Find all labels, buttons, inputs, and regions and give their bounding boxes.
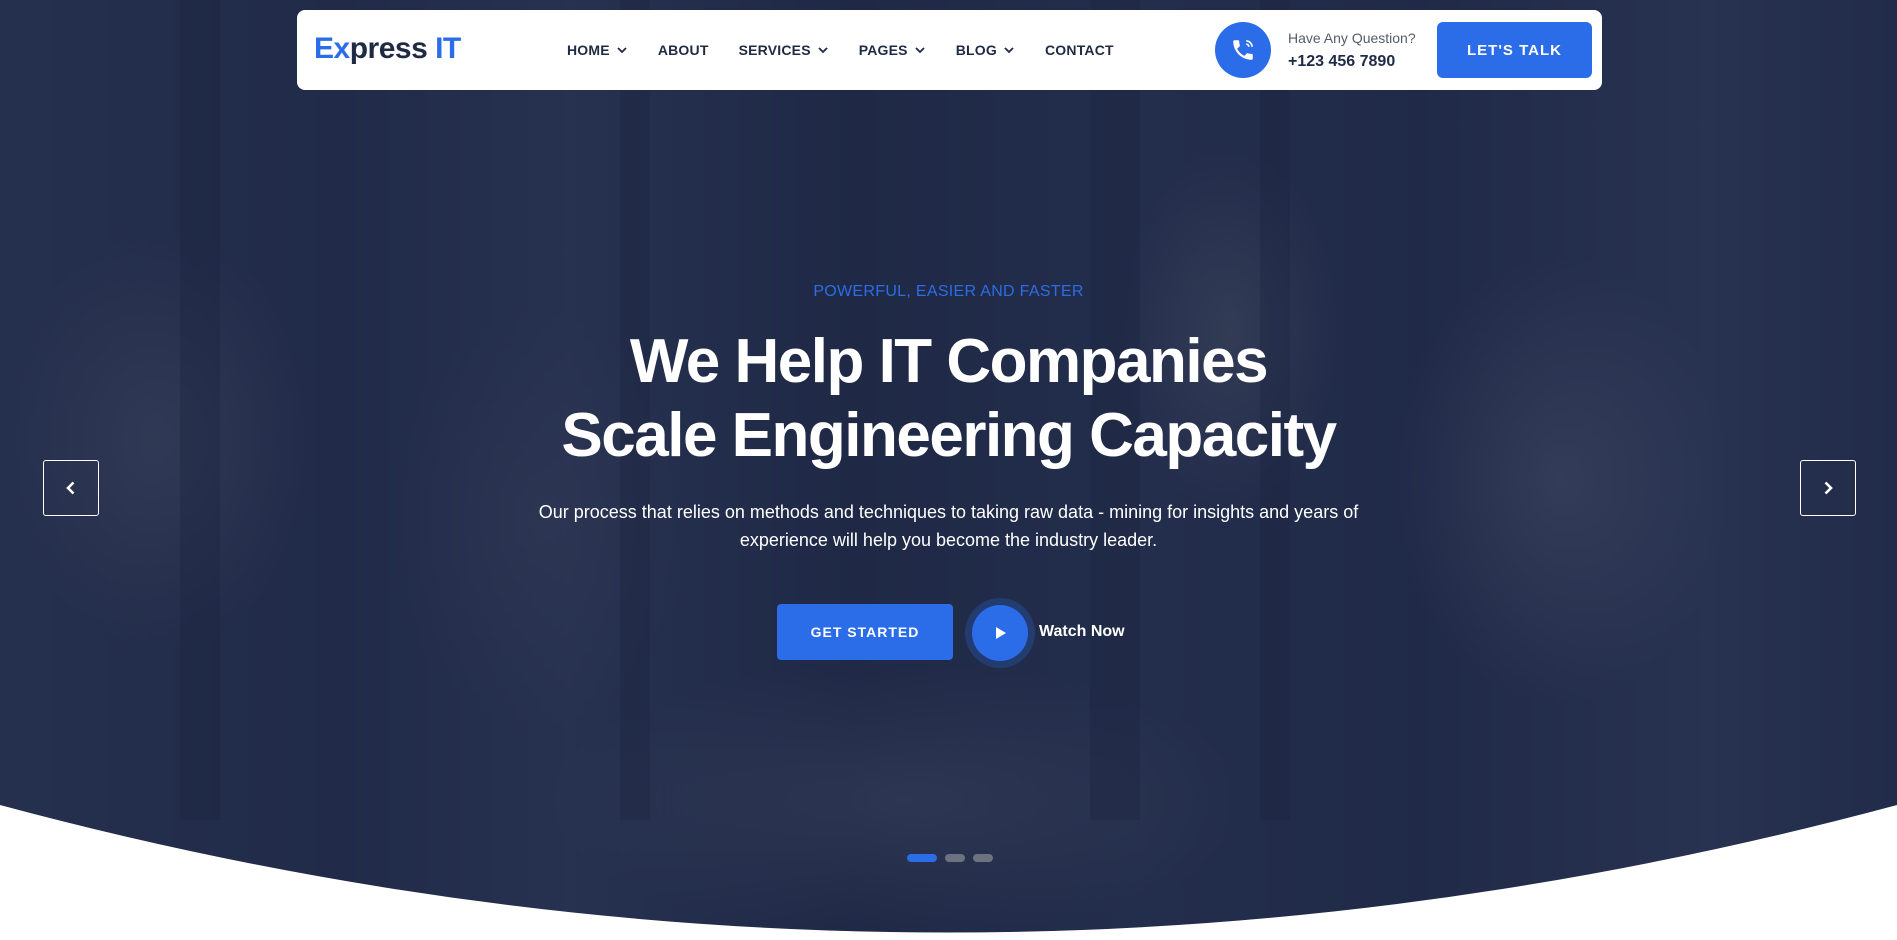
nav-item-about[interactable]: ABOUT <box>658 42 709 58</box>
chevron-down-icon <box>915 47 925 54</box>
logo-suffix: IT <box>435 32 461 65</box>
slider-next-button[interactable] <box>1800 460 1856 516</box>
hero-tagline: POWERFUL, EASIER AND FASTER <box>813 283 1084 300</box>
contact-phone-number[interactable]: +123 456 7890 <box>1288 53 1395 71</box>
hero-headline: We Help IT Companies Scale Engineering C… <box>0 325 1897 473</box>
nav-item-label: CONTACT <box>1044 42 1114 58</box>
watch-now-link[interactable]: Watch Now <box>1039 623 1125 641</box>
slider-dot-2[interactable] <box>945 854 965 862</box>
nav-item-home[interactable]: HOME <box>567 42 628 58</box>
hero-headline-line: We Help IT Companies <box>629 327 1269 396</box>
nav-item-label: HOME <box>567 42 610 58</box>
phone-call-button[interactable] <box>1215 22 1271 78</box>
slider-pagination <box>907 854 993 862</box>
play-icon <box>996 627 1006 639</box>
nav-item-label: SERVICES <box>738 42 811 58</box>
slider-prev-button[interactable] <box>43 460 99 516</box>
nav-item-blog[interactable]: BLOG <box>956 42 1015 58</box>
site-header: Express IT HOME ABOUT SERVICES PAGES BLO… <box>297 10 1602 90</box>
slider-dot-3[interactable] <box>973 854 993 862</box>
slider-dot-1[interactable] <box>907 854 937 862</box>
lets-talk-button[interactable]: LET'S TALK <box>1437 22 1592 78</box>
nav-item-pages[interactable]: PAGES <box>859 42 926 58</box>
hero-description: Our process that relies on methods and t… <box>538 502 1359 550</box>
main-nav: HOME ABOUT SERVICES PAGES BLOG CONTACT <box>567 10 1144 90</box>
nav-item-label: BLOG <box>955 42 997 58</box>
nav-item-services[interactable]: SERVICES <box>739 42 829 58</box>
logo[interactable]: Express IT <box>314 32 461 66</box>
chevron-down-icon <box>617 47 627 54</box>
phone-icon <box>1233 39 1254 60</box>
chevron-right-icon <box>1824 481 1833 495</box>
logo-middle: press <box>349 32 436 65</box>
hero-headline-line: Scale Engineering Capacity <box>561 401 1337 470</box>
contact-question: Have Any Question? <box>1288 30 1416 46</box>
play-video-button[interactable] <box>965 598 1035 668</box>
chevron-left-icon <box>66 481 75 495</box>
chevron-down-icon <box>1004 47 1014 54</box>
nav-item-contact[interactable]: CONTACT <box>1045 42 1114 58</box>
chevron-down-icon <box>818 47 828 54</box>
nav-item-label: ABOUT <box>657 42 709 58</box>
nav-item-label: PAGES <box>858 42 908 58</box>
logo-prefix: Ex <box>314 32 350 65</box>
play-button-circle <box>972 605 1028 661</box>
get-started-button[interactable]: GET STARTED <box>777 604 953 660</box>
